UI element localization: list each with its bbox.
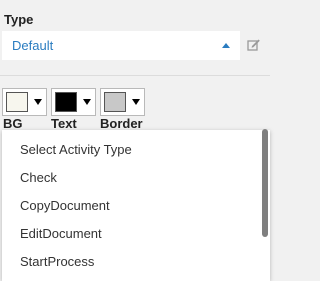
type-select[interactable]: Default xyxy=(2,31,240,60)
option-label: CopyDocument xyxy=(20,198,110,213)
chevron-down-icon xyxy=(132,99,140,105)
text-color-picker[interactable] xyxy=(51,88,96,116)
dropdown-scrollbar[interactable] xyxy=(262,129,268,237)
dropdown-option[interactable]: CopyDocument xyxy=(2,192,260,220)
chevron-down-icon xyxy=(83,99,91,105)
border-color-swatch xyxy=(104,92,126,112)
divider xyxy=(0,75,270,76)
edit-icon[interactable] xyxy=(247,38,261,52)
caret-up-icon xyxy=(222,43,230,48)
dropdown-option[interactable]: StartProcess xyxy=(2,248,260,276)
option-label: Check xyxy=(20,170,57,185)
chevron-down-icon xyxy=(34,99,42,105)
activity-type-dropdown: Select Activity Type Check CopyDocument … xyxy=(2,130,270,281)
border-color-picker[interactable] xyxy=(100,88,145,116)
option-label: EditDocument xyxy=(20,226,102,241)
bg-color-swatch xyxy=(6,92,28,112)
type-selected-value: Default xyxy=(12,38,54,53)
dropdown-option[interactable]: EditDocument xyxy=(2,220,260,248)
bg-color-picker[interactable] xyxy=(2,88,47,116)
dropdown-option[interactable]: Check xyxy=(2,164,260,192)
type-label: Type xyxy=(4,12,34,27)
text-color-swatch xyxy=(55,92,77,112)
option-label: StartProcess xyxy=(20,254,95,269)
dropdown-option[interactable]: Select Activity Type xyxy=(2,136,260,164)
option-label: Select Activity Type xyxy=(20,142,132,157)
